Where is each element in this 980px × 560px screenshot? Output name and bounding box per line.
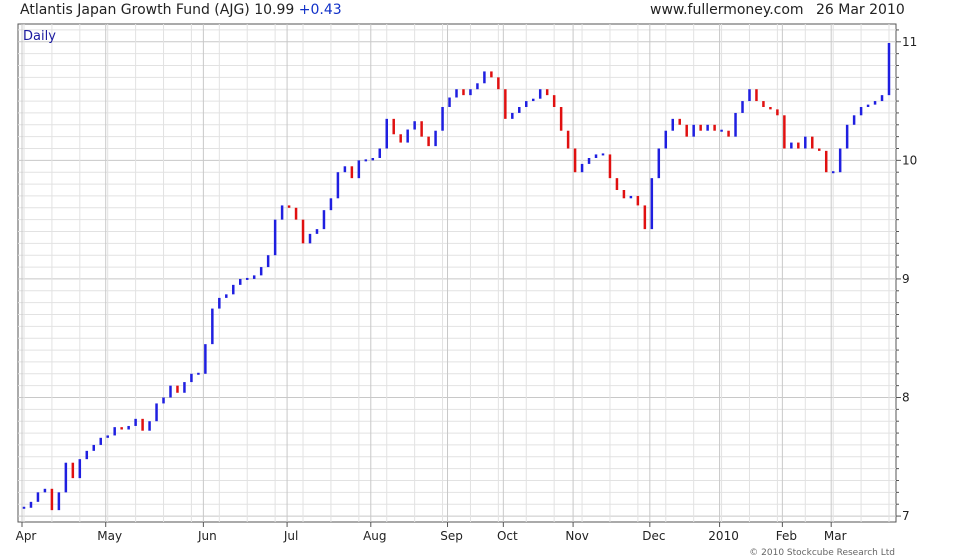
x-tick-label: Feb (776, 529, 797, 543)
y-tick-label: 10 (902, 153, 917, 167)
x-tick-label: Jul (283, 529, 298, 543)
y-tick-label: 8 (902, 391, 910, 405)
plot-frame (17, 23, 897, 523)
x-tick-label: Oct (497, 529, 518, 543)
x-tick-label: Sep (440, 529, 463, 543)
x-tick-label: 2010 (708, 529, 739, 543)
y-tick-label: 11 (902, 35, 917, 49)
copyright: © 2010 Stockcube Research Ltd (749, 548, 895, 558)
x-tick-label: Apr (16, 529, 37, 543)
x-tick-label: Nov (565, 529, 588, 543)
y-tick-label: 9 (902, 272, 910, 286)
x-tick-label: May (97, 529, 122, 543)
x-tick-label: Mar (824, 529, 847, 543)
period-label: Daily (23, 29, 56, 44)
x-tick-label: Jun (197, 529, 217, 543)
x-tick-label: Aug (363, 529, 386, 543)
y-tick-label: 7 (902, 509, 910, 523)
x-tick-label: Dec (642, 529, 665, 543)
price-chart: Apr May Jun Jul Aug Sep Oct Nov Dec 2010 Feb Mar 7 8 9… (16, 23, 917, 558)
